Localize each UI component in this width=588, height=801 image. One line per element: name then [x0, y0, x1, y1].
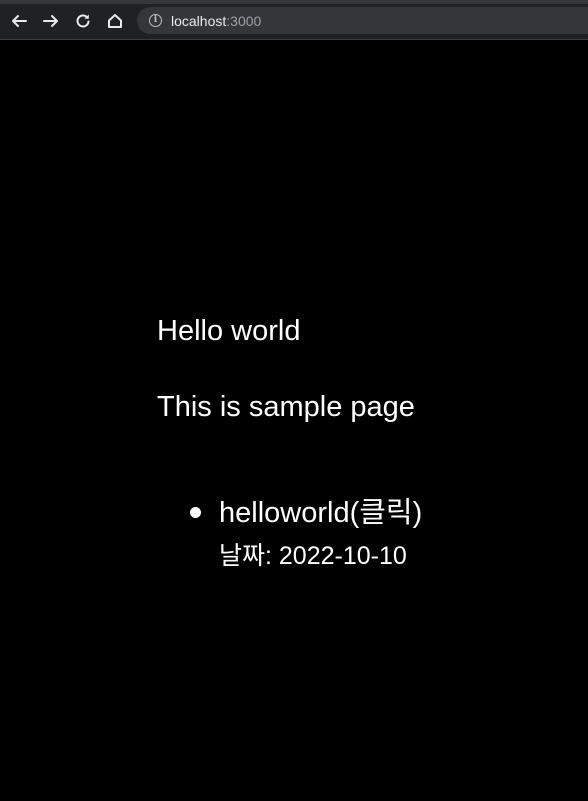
- tab-strip-edge: [0, 0, 588, 4]
- reload-icon: [76, 14, 90, 28]
- post-date: 날짜: 2022-10-10: [219, 542, 407, 570]
- forward-arrow-icon: [43, 15, 58, 27]
- back-arrow-icon: [12, 15, 27, 27]
- page-subheading: This is sample page: [157, 391, 415, 423]
- url-port: :3000: [226, 12, 262, 29]
- bullet-icon: [190, 507, 201, 518]
- page-heading: Hello world: [157, 315, 301, 347]
- home-icon: [108, 14, 122, 28]
- post-title-link[interactable]: helloworld(클릭): [219, 495, 422, 531]
- reload-button[interactable]: [70, 8, 96, 34]
- page-content: Hello world This is sample page hellowor…: [0, 40, 588, 801]
- address-bar[interactable]: i localhost:3000: [137, 7, 588, 34]
- url-host: localhost: [171, 12, 227, 29]
- info-icon[interactable]: i: [149, 14, 162, 27]
- home-button[interactable]: [102, 8, 128, 34]
- back-button[interactable]: [6, 8, 32, 34]
- forward-button[interactable]: [38, 8, 64, 34]
- browser-toolbar: i localhost:3000: [0, 0, 588, 40]
- url-text[interactable]: localhost:3000: [171, 13, 261, 29]
